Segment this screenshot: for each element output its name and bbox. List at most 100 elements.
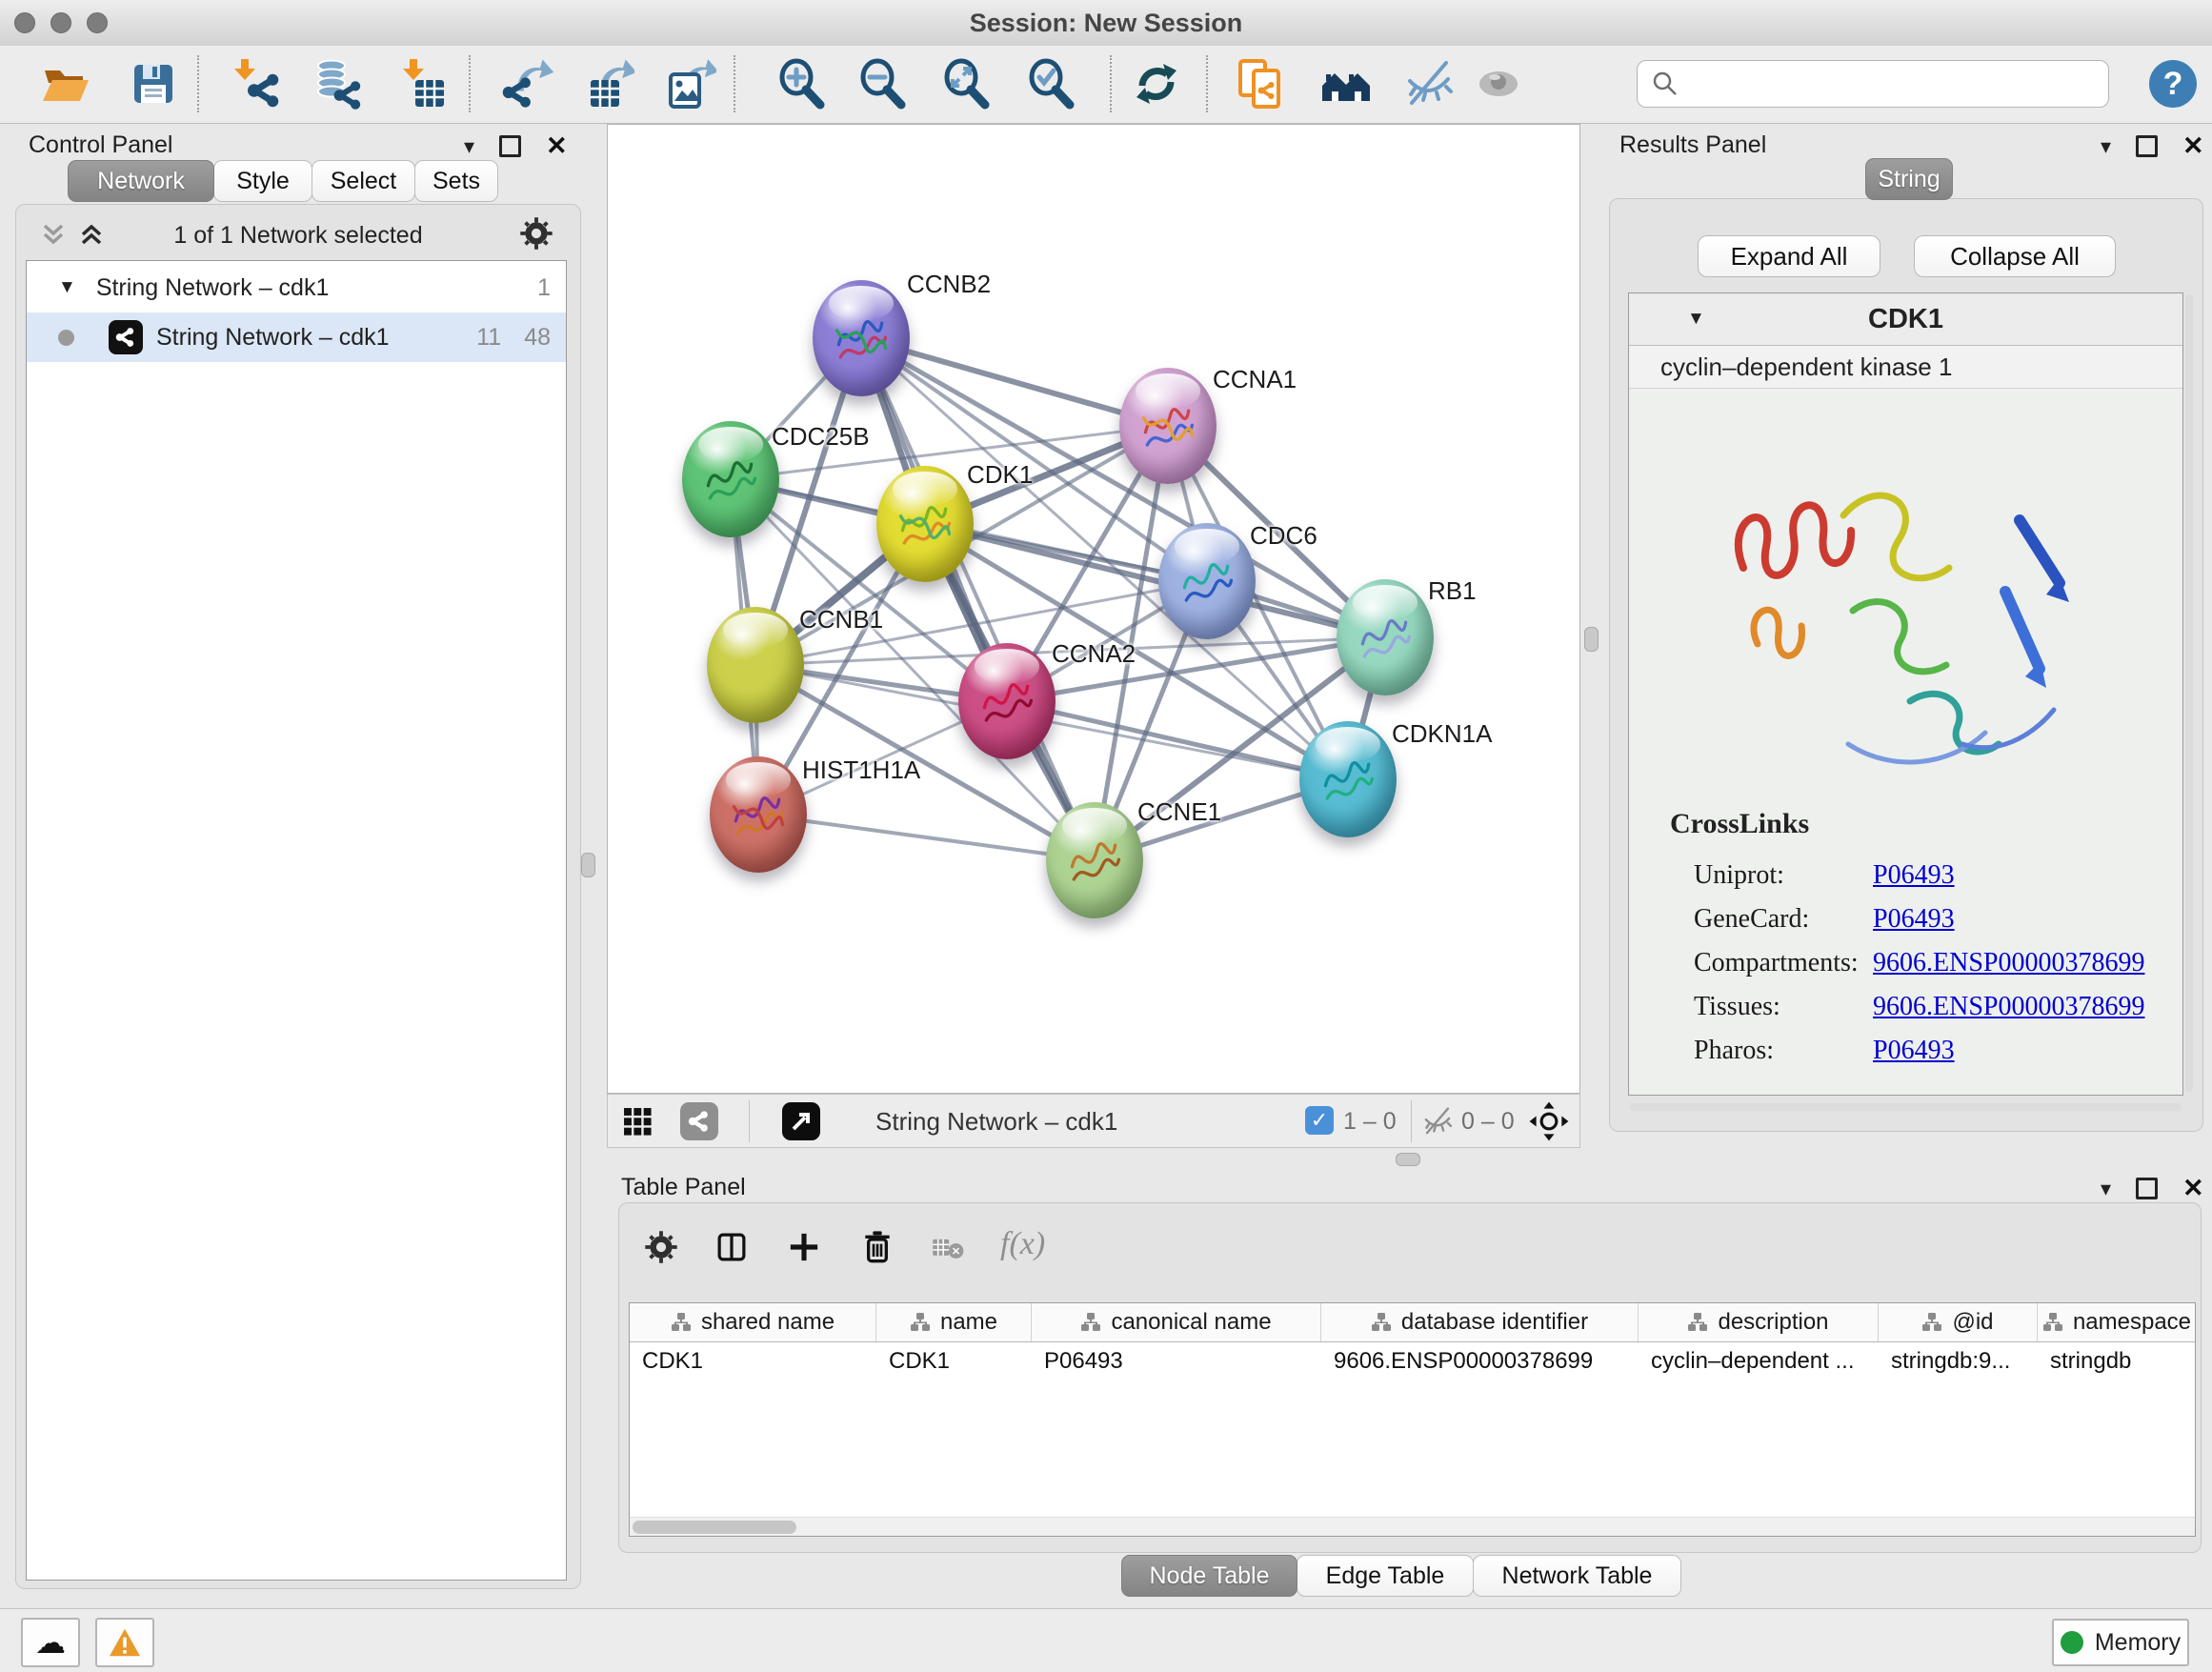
pan-crosshair-icon[interactable] (1528, 1100, 1570, 1142)
tab-network[interactable]: Network (68, 160, 214, 202)
panel-close-icon[interactable]: ✕ (2182, 131, 2204, 161)
tab-network-table[interactable]: Network Table (1473, 1555, 1681, 1597)
show-all-button[interactable] (1472, 57, 1525, 111)
results-vertical-scrollbar[interactable] (2185, 294, 2193, 1092)
open-session-button[interactable] (39, 57, 92, 111)
expand-all-button[interactable]: Expand All (1698, 235, 1880, 277)
zoom-fit-button[interactable] (939, 57, 993, 111)
table-row[interactable]: CDK1CDK1P064939606.ENSP00000378699cyclin… (630, 1342, 2196, 1380)
collapse-all-button[interactable]: Collapse All (1914, 235, 2116, 277)
network-row-selected[interactable]: String Network – cdk1 11 48 (27, 312, 566, 362)
create-column-icon[interactable] (787, 1230, 821, 1264)
save-session-button[interactable] (127, 57, 180, 111)
left-splitter-grip[interactable] (581, 853, 595, 877)
crosslink-link[interactable]: P06493 (1873, 904, 1955, 935)
tab-string[interactable]: String (1865, 158, 1953, 200)
column-header-database-identifier[interactable]: database identifier (1321, 1303, 1639, 1341)
column-header-namespace[interactable]: namespace (2038, 1303, 2196, 1341)
results-horizontal-scrollbar[interactable] (1630, 1103, 2182, 1111)
tree-expander-icon[interactable]: ▼ (58, 277, 76, 298)
search-field[interactable] (1637, 60, 2109, 108)
zoom-selected-button[interactable] (1024, 57, 1077, 111)
network-options-gear-icon[interactable] (519, 216, 553, 251)
node-label-hist1h1a: HIST1H1A (802, 755, 920, 785)
cloud-button[interactable]: ☁ (21, 1618, 80, 1667)
selected-checkbox-icon[interactable]: ✓ (1305, 1106, 1334, 1135)
search-input[interactable] (1687, 69, 2108, 100)
panel-float-icon[interactable] (499, 135, 521, 157)
export-table-button[interactable] (581, 57, 634, 111)
import-network-from-database-button[interactable] (312, 57, 366, 111)
network-share-badge-icon[interactable] (680, 1102, 718, 1140)
show-columns-icon[interactable] (714, 1230, 749, 1264)
detach-view-icon[interactable] (782, 1102, 820, 1140)
network-collection-row[interactable]: ▼ String Network – cdk1 1 (27, 263, 566, 312)
crosslink-link[interactable]: 9606.ENSP00000378699 (1873, 992, 2144, 1022)
table-cell[interactable]: P06493 (1032, 1342, 1321, 1380)
crosslink-link[interactable]: P06493 (1873, 1036, 1955, 1066)
network-node-hist1h1a[interactable] (710, 756, 807, 873)
help-button[interactable]: ? (2149, 60, 2197, 108)
table-scrollbar-thumb[interactable] (633, 1521, 796, 1534)
panel-collapse-icon[interactable]: ▾ (2101, 1177, 2111, 1201)
tab-node-table[interactable]: Node Table (1121, 1555, 1297, 1597)
control-panel: Control Panel ▾ ✕ NetworkStyleSelectSets… (0, 124, 600, 1608)
grid-view-icon[interactable] (621, 1105, 654, 1138)
network-node-cdc6[interactable] (1158, 523, 1256, 639)
tab-sets[interactable]: Sets (414, 160, 498, 202)
table-cell[interactable]: CDK1 (630, 1342, 876, 1380)
panel-close-icon[interactable]: ✕ (2182, 1174, 2204, 1203)
delete-column-icon[interactable] (859, 1228, 895, 1266)
export-network-button[interactable] (500, 57, 553, 111)
export-image-button[interactable] (663, 57, 716, 111)
protein-thumbnail (1063, 827, 1126, 899)
column-header-canonical-name[interactable]: canonical name (1032, 1303, 1321, 1341)
tab-select[interactable]: Select (312, 160, 415, 202)
import-table-button[interactable] (400, 57, 453, 111)
table-cell[interactable]: stringdb (2038, 1342, 2196, 1380)
delete-table-icon[interactable] (932, 1236, 964, 1260)
zoom-out-button[interactable] (855, 57, 909, 111)
function-builder-button[interactable]: f(x) (1000, 1226, 1045, 1262)
table-options-gear-icon[interactable] (644, 1230, 678, 1264)
memory-button[interactable]: Memory (2052, 1619, 2189, 1666)
panel-close-icon[interactable]: ✕ (546, 131, 568, 161)
column-header-name[interactable]: name (876, 1303, 1032, 1341)
tab-style[interactable]: Style (213, 160, 312, 202)
network-canvas[interactable]: CCNB2CCNA1CDC25BCDK1CDC6RB1CCNB1CCNA2CDK… (607, 124, 1580, 1094)
zoom-in-button[interactable] (774, 57, 828, 111)
crosslink-link[interactable]: P06493 (1873, 860, 1955, 891)
column-header-shared-name[interactable]: shared name (630, 1303, 876, 1341)
hidden-eye-icon[interactable] (1421, 1105, 1454, 1138)
network-node-cdkn1a[interactable] (1299, 721, 1397, 837)
network-node-ccnb2[interactable] (813, 280, 910, 396)
warnings-button[interactable] (95, 1618, 154, 1667)
network-node-ccna1[interactable] (1119, 368, 1217, 484)
panel-float-icon[interactable] (2136, 1178, 2158, 1199)
table-cell[interactable]: stringdb:9... (1879, 1342, 2038, 1380)
network-node-rb1[interactable] (1337, 579, 1434, 695)
refresh-button[interactable] (1130, 57, 1183, 111)
hide-selected-button[interactable] (1402, 57, 1456, 111)
import-network-button[interactable] (231, 57, 285, 111)
network-node-cdc25b[interactable] (682, 421, 779, 537)
copy-network-view-button[interactable] (1234, 57, 1287, 111)
gene-section-header[interactable]: ▼ CDK1 (1629, 293, 2182, 346)
tab-edge-table[interactable]: Edge Table (1297, 1555, 1474, 1597)
table-horizontal-scrollbar[interactable] (630, 1517, 2195, 1537)
network-node-ccnb1[interactable] (707, 607, 804, 723)
first-neighbors-button[interactable] (1319, 57, 1373, 111)
network-node-ccne1[interactable] (1046, 802, 1143, 918)
table-cell[interactable]: 9606.ENSP00000378699 (1321, 1342, 1639, 1380)
tree-column-icon (1687, 1312, 1708, 1333)
panel-collapse-icon[interactable]: ▾ (464, 134, 474, 159)
table-cell[interactable]: cyclin–dependent ... (1639, 1342, 1879, 1380)
network-node-cdk1[interactable] (876, 466, 974, 582)
crosslink-link[interactable]: 9606.ENSP00000378699 (1873, 948, 2144, 978)
panel-collapse-icon[interactable]: ▾ (2101, 134, 2111, 159)
panel-float-icon[interactable] (2136, 135, 2158, 157)
table-cell[interactable]: CDK1 (876, 1342, 1032, 1380)
column-header-id[interactable]: @id (1879, 1303, 2038, 1341)
column-header-description[interactable]: description (1639, 1303, 1879, 1341)
network-node-ccna2[interactable] (958, 643, 1056, 759)
